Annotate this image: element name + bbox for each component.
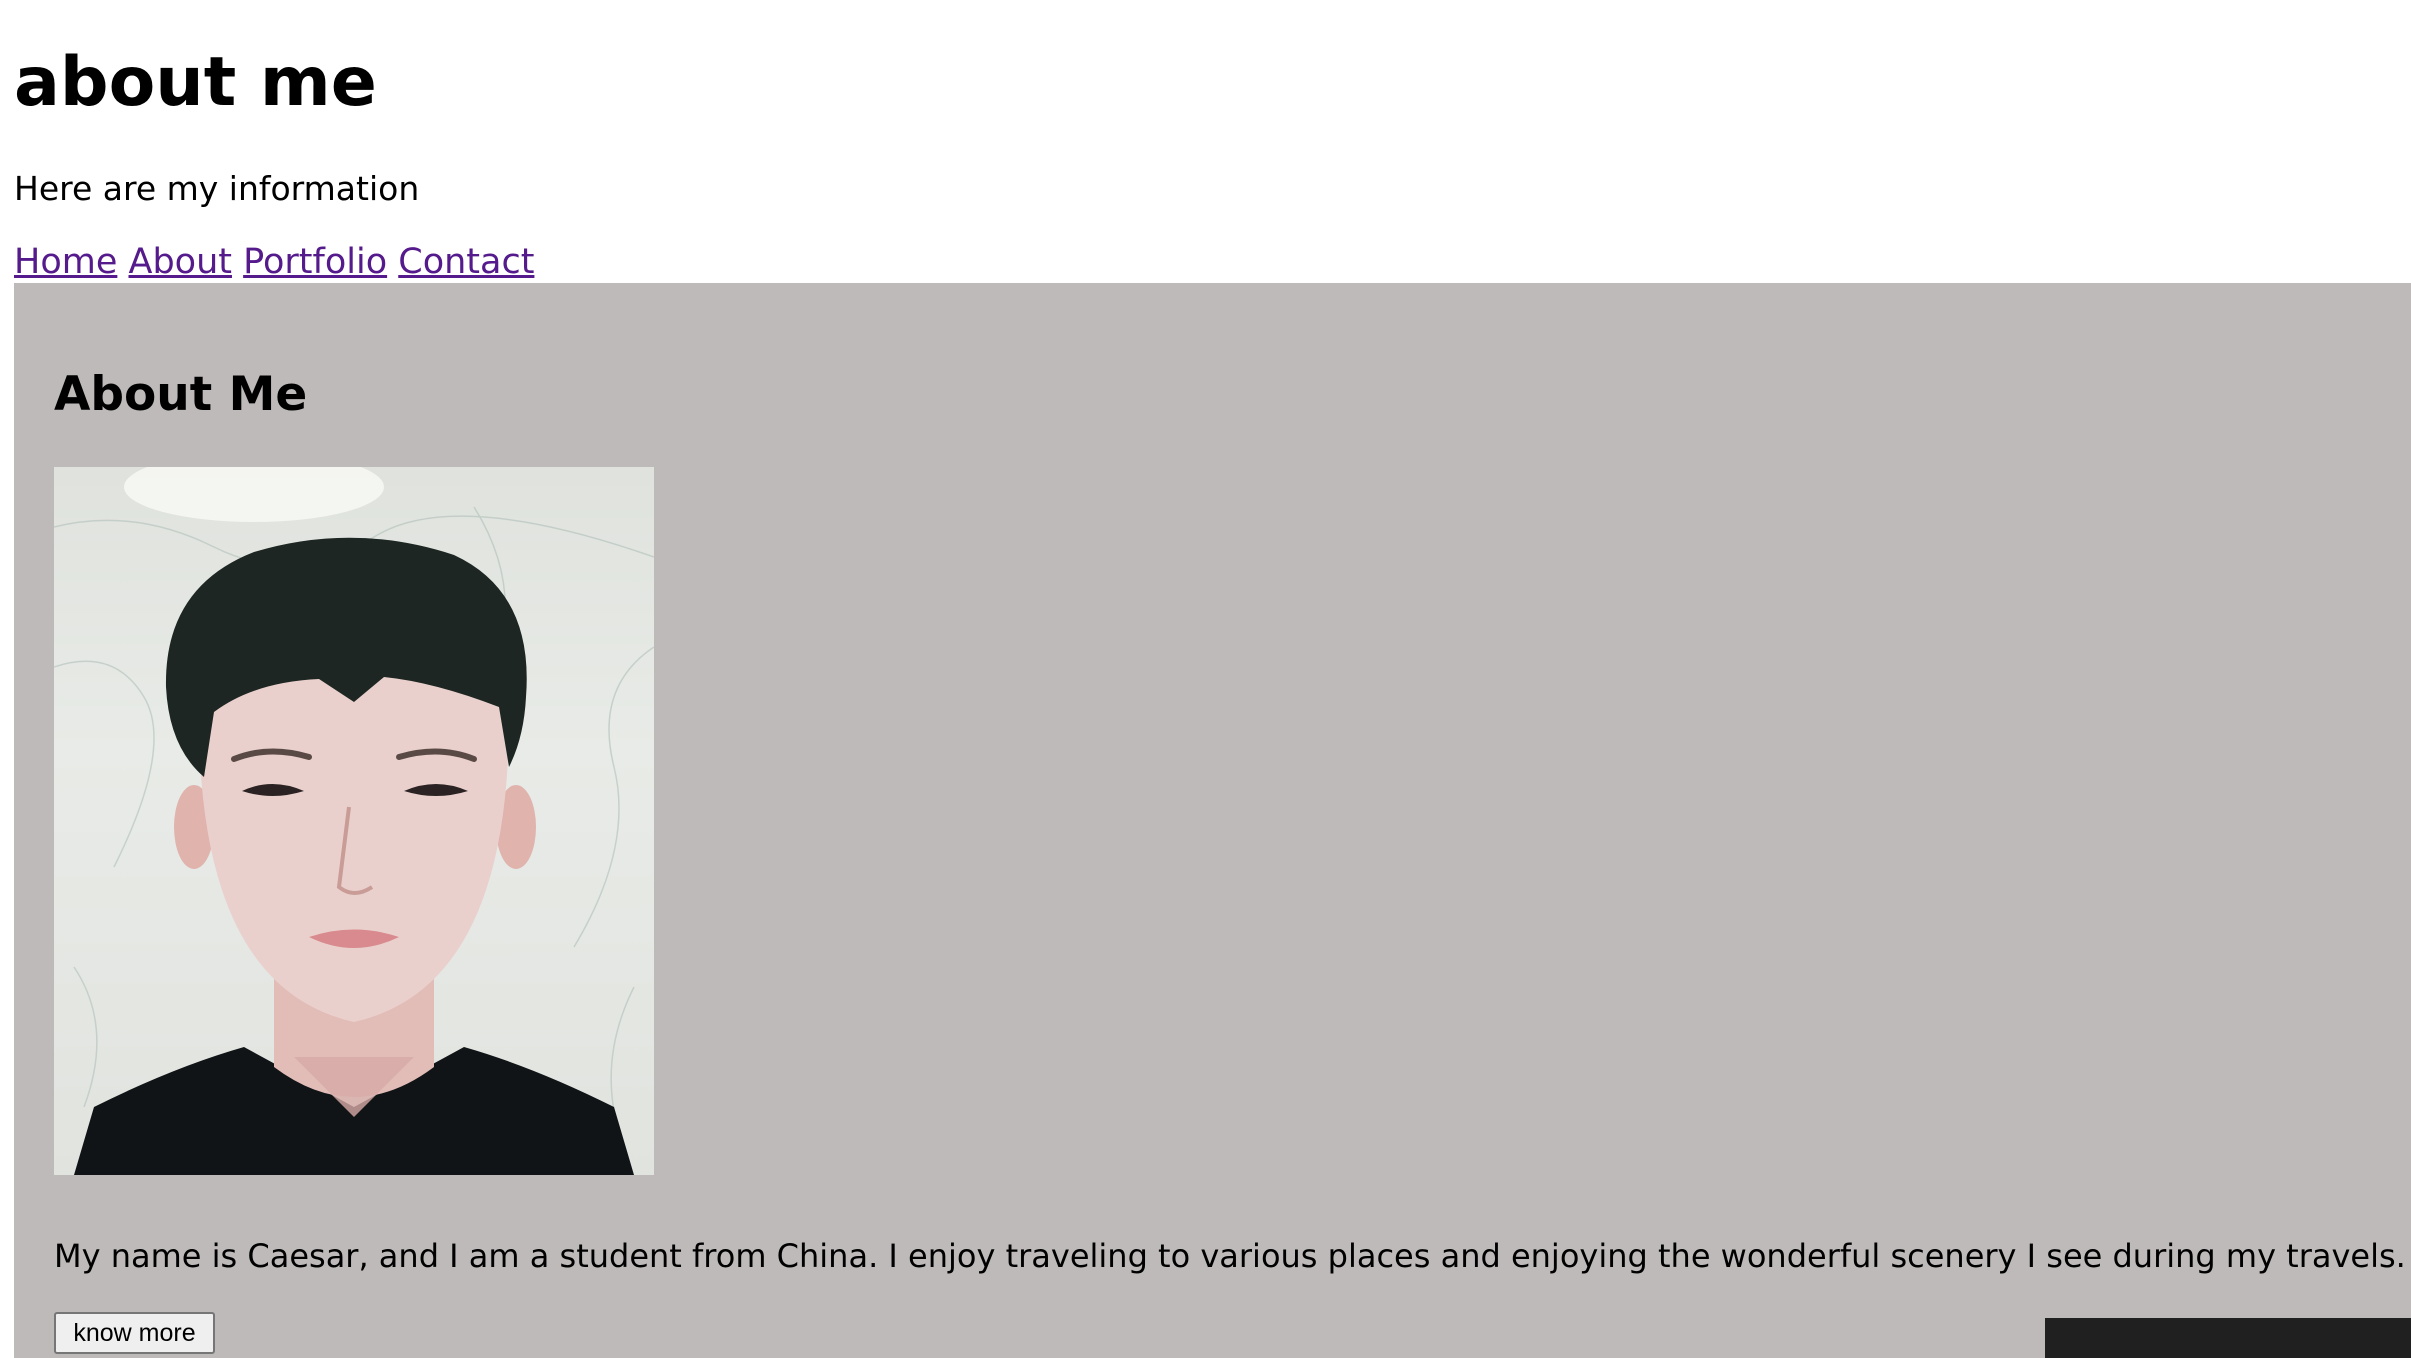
nav-link-portfolio[interactable]: Portfolio	[243, 242, 387, 282]
about-section: About Me My name is Caesar, and I am a s…	[14, 283, 2411, 1358]
bio-text: My name is Caesar, and I am a student fr…	[54, 1237, 2406, 1275]
about-section-title: About Me	[54, 367, 308, 422]
know-more-button[interactable]: know more	[54, 1312, 215, 1354]
portrait-photo	[54, 467, 654, 1175]
nav-link-contact[interactable]: Contact	[398, 242, 534, 282]
page-tagline: Here are my information	[14, 169, 420, 208]
page: about me Here are my information Home Ab…	[0, 0, 2411, 1358]
main-nav: Home About Portfolio Contact	[14, 238, 534, 286]
nav-link-about[interactable]: About	[129, 242, 232, 282]
page-title: about me	[14, 43, 377, 122]
dark-corner-bar	[2045, 1318, 2411, 1358]
nav-link-home[interactable]: Home	[14, 242, 117, 282]
